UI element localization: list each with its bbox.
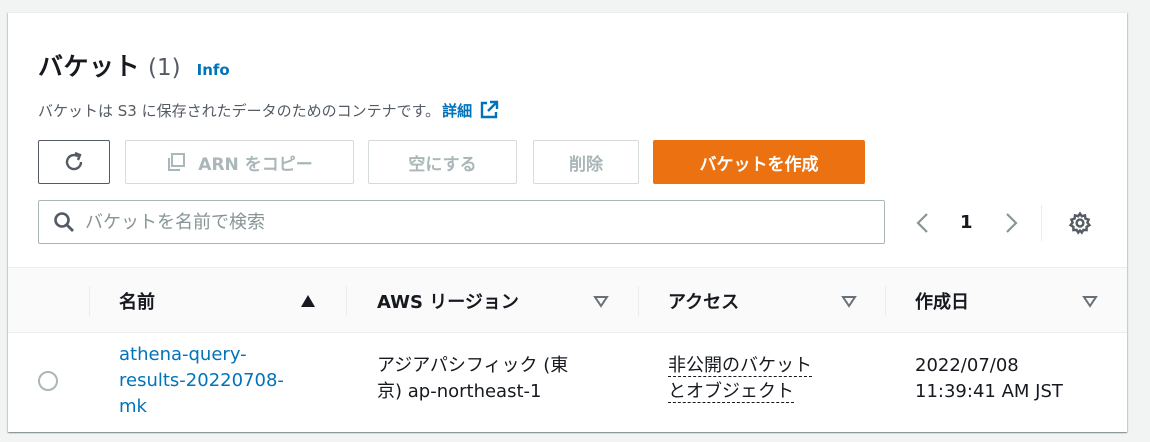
column-divider[interactable] <box>346 286 347 316</box>
current-page-number[interactable]: 1 <box>960 212 973 233</box>
sort-icon[interactable] <box>841 294 857 308</box>
create-label: バケットを作成 <box>699 154 819 175</box>
buckets-panel: バケット (1) Info バケットは S3 に保存されたデータのためのコンテナ… <box>8 12 1127 432</box>
refresh-icon <box>65 151 83 171</box>
panel-header: バケット (1) Info <box>38 47 230 83</box>
bucket-access[interactable]: 非公開のバケット とオブジェクト <box>668 353 868 405</box>
bucket-count: (1) <box>148 55 181 81</box>
search-field[interactable] <box>38 200 885 244</box>
sort-icon[interactable] <box>593 294 609 308</box>
column-divider[interactable] <box>638 286 639 316</box>
bucket-created-date: 2022/07/08 11:39:41 AM JST <box>915 353 1115 405</box>
create-bucket-button[interactable]: バケットを作成 <box>653 140 865 184</box>
gear-icon[interactable] <box>1068 211 1092 235</box>
empty-bucket-button[interactable]: 空にする <box>368 140 517 184</box>
copy-icon <box>168 153 186 171</box>
copy-arn-label: ARN をコピー <box>198 154 313 175</box>
row-select-radio[interactable] <box>38 371 58 391</box>
delete-bucket-button[interactable]: 削除 <box>533 140 639 184</box>
info-link[interactable]: Info <box>197 61 230 79</box>
column-header-created[interactable]: 作成日 <box>915 288 969 314</box>
bucket-region: アジアパシフィック (東 京) ap-northeast-1 <box>377 353 627 405</box>
external-link-icon[interactable] <box>478 99 500 121</box>
refresh-button[interactable] <box>38 140 110 184</box>
table-header: 名前 AWS リージョン アクセス 作成日 <box>8 267 1127 333</box>
delete-label: 削除 <box>569 154 603 175</box>
panel-description: バケットは S3 に保存されたデータのためのコンテナです。 詳細 <box>38 99 500 121</box>
bucket-name-line[interactable]: mk <box>119 394 319 420</box>
access-line[interactable]: 非公開のバケット <box>668 355 812 377</box>
empty-label: 空にする <box>408 154 477 175</box>
next-page-icon[interactable] <box>1001 211 1021 235</box>
search-icon <box>54 212 74 232</box>
column-header-region[interactable]: AWS リージョン <box>377 288 519 314</box>
detail-link[interactable]: 詳細 <box>442 100 472 121</box>
created-date-line: 2022/07/08 <box>915 355 1019 376</box>
column-divider[interactable] <box>885 286 886 316</box>
description-text: バケットは S3 に保存されたデータのためのコンテナです。 <box>38 101 441 120</box>
bucket-name-line[interactable]: athena-query- <box>119 342 319 368</box>
pagination-divider <box>1041 205 1042 241</box>
bucket-name-link[interactable]: athena-query- results-20220708- mk <box>119 342 319 420</box>
sort-icon[interactable] <box>1082 294 1098 308</box>
previous-page-icon[interactable] <box>913 211 933 235</box>
bucket-name-line[interactable]: results-20220708- <box>119 368 319 394</box>
column-header-access[interactable]: アクセス <box>668 288 739 314</box>
region-line: アジアパシフィック (東 <box>377 355 569 376</box>
page-title: バケット <box>38 52 141 81</box>
created-time-line: 11:39:41 AM JST <box>915 381 1063 402</box>
sort-ascending-icon[interactable] <box>300 294 316 308</box>
region-line: 京) ap-northeast-1 <box>377 381 542 402</box>
access-line[interactable]: とオブジェクト <box>668 381 794 403</box>
column-header-name[interactable]: 名前 <box>119 288 155 314</box>
search-input[interactable] <box>85 211 884 233</box>
copy-arn-button[interactable]: ARN をコピー <box>125 140 354 184</box>
column-divider[interactable] <box>89 286 90 316</box>
